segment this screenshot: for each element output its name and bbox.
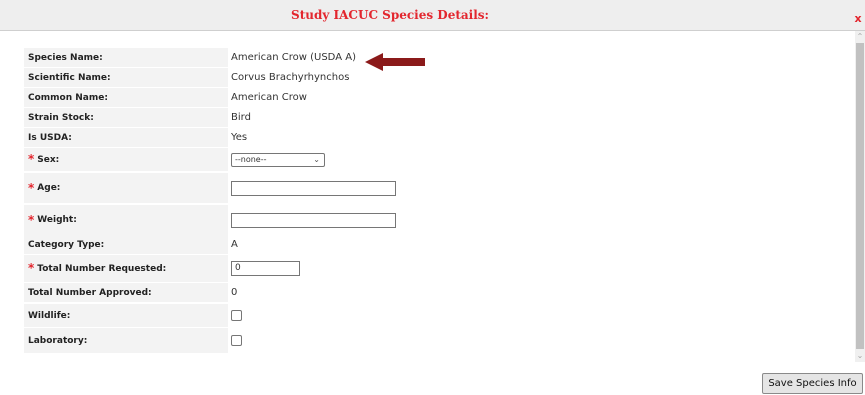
wildlife-value-cell: [231, 304, 242, 327]
total-requested-label: Total Number Requested:: [37, 263, 167, 274]
row-common-name: Common Name: American Crow: [24, 88, 854, 107]
laboratory-value-cell: [231, 328, 242, 353]
is-usda-value: Yes: [231, 132, 248, 143]
required-marker: *: [28, 152, 35, 166]
scroll-up-icon[interactable]: ⌃: [855, 32, 865, 42]
age-input[interactable]: [231, 180, 396, 196]
species-name-value: American Crow (USDA A): [231, 52, 356, 63]
row-is-usda: Is USDA: Yes: [24, 128, 854, 147]
laboratory-checkbox[interactable]: [231, 335, 242, 346]
row-species-name: Species Name: American Crow (USDA A): [24, 48, 854, 67]
sex-label: Sex:: [37, 154, 60, 165]
save-species-info-button[interactable]: Save Species Info: [762, 373, 863, 394]
weight-label-cell: * Weight:: [24, 205, 228, 235]
total-requested-label-cell: * Total Number Requested:: [24, 255, 228, 282]
weight-label: Weight:: [37, 215, 77, 225]
wildlife-label: Wildlife:: [24, 304, 228, 327]
sex-label-cell: * Sex:: [24, 148, 228, 171]
species-name-label: Species Name:: [24, 48, 228, 67]
sex-select[interactable]: --none-- ⌄: [231, 152, 325, 167]
is-usda-label: Is USDA:: [24, 128, 228, 147]
age-value-cell: [231, 173, 396, 203]
scientific-name-value: Corvus Brachyrhynchos: [231, 72, 350, 83]
required-marker: *: [28, 212, 35, 227]
row-weight: * Weight:: [24, 205, 854, 235]
row-category-type: Category Type: A: [24, 235, 854, 254]
weight-input[interactable]: [231, 212, 396, 228]
row-wildlife: Wildlife:: [24, 304, 854, 327]
scientific-name-label: Scientific Name:: [24, 68, 228, 87]
sex-selected-value: --none--: [235, 154, 267, 164]
dialog-titlebar: Study IACUC Species Details: x: [0, 0, 865, 31]
close-button[interactable]: x: [851, 11, 865, 27]
row-strain-stock: Strain Stock: Bird: [24, 108, 854, 127]
age-label: Age:: [37, 183, 61, 193]
row-total-approved: Total Number Approved: 0: [24, 283, 854, 302]
common-name-label: Common Name:: [24, 88, 228, 107]
dialog-title: Study IACUC Species Details:: [291, 8, 489, 22]
total-approved-label: Total Number Approved:: [24, 283, 228, 302]
arrow-left-icon-shape: [365, 53, 425, 71]
required-marker: *: [28, 261, 35, 275]
laboratory-label: Laboratory:: [24, 328, 228, 353]
category-type-value: A: [231, 239, 238, 250]
species-details-form: Species Name: American Crow (USDA A) Sci…: [0, 31, 855, 361]
total-requested-input[interactable]: 0: [231, 261, 300, 276]
total-approved-value: 0: [231, 287, 238, 298]
arrow-left-icon: [365, 53, 425, 71]
strain-stock-label: Strain Stock:: [24, 108, 228, 127]
required-marker: *: [28, 180, 35, 195]
weight-value-cell: [231, 205, 396, 235]
vertical-scrollbar[interactable]: ⌃ ⌄: [855, 31, 865, 362]
row-scientific-name: Scientific Name: Corvus Brachyrhynchos: [24, 68, 854, 87]
chevron-down-icon: ⌄: [313, 154, 320, 164]
total-requested-value-cell: 0: [231, 255, 300, 282]
sex-value-cell: --none-- ⌄: [231, 148, 325, 171]
scrollbar-thumb[interactable]: [856, 43, 864, 349]
scroll-down-icon[interactable]: ⌄: [855, 351, 865, 361]
strain-stock-value: Bird: [231, 112, 251, 123]
row-age: * Age:: [24, 173, 854, 203]
row-sex: * Sex: --none-- ⌄: [24, 148, 854, 171]
wildlife-checkbox[interactable]: [231, 310, 242, 321]
common-name-value: American Crow: [231, 92, 307, 103]
row-laboratory: Laboratory:: [24, 328, 854, 353]
row-total-requested: * Total Number Requested: 0: [24, 255, 854, 282]
category-type-label: Category Type:: [24, 235, 228, 254]
age-label-cell: * Age:: [24, 173, 228, 203]
